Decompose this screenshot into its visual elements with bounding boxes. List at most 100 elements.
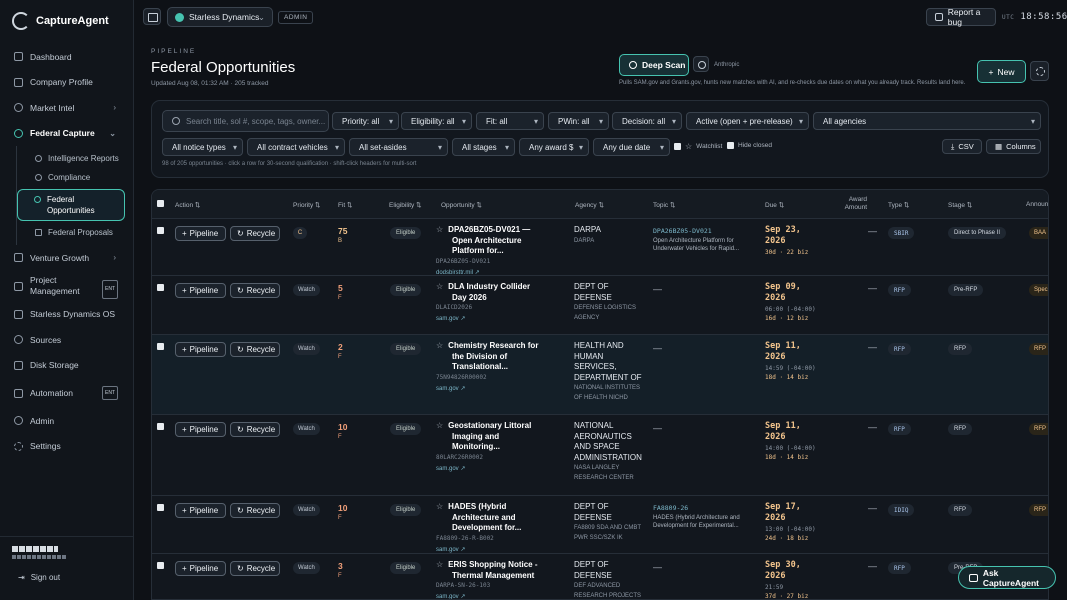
opportunity-cell[interactable]: ☆ DPA26BZ05-DV021 — Open Architecture Pla… <box>436 225 544 276</box>
opportunity-title[interactable]: ERIS Shopping Notice - Thermal Managemen… <box>448 560 537 580</box>
pipeline-button[interactable]: + Pipeline <box>175 561 226 576</box>
sidebar-subitem-federal-opportunities[interactable]: Federal Opportunities <box>17 189 125 221</box>
table-row[interactable]: + Pipeline ↻ Recycle Watch 2 F Eligible ☆ Chemist… <box>152 335 1048 415</box>
star-icon[interactable]: ☆ <box>436 282 443 291</box>
set-aside-filter[interactable]: All set-asides <box>349 138 448 156</box>
sidebar-item-automation[interactable]: Automation ENT <box>0 378 134 408</box>
decision-filter[interactable]: Decision: all <box>612 112 682 130</box>
table-row[interactable]: + Pipeline ↻ Recycle C 75 B Eligible ☆ DPA26BZ05-… <box>152 219 1048 276</box>
header-stage[interactable]: Stage ⇅ <box>948 201 972 209</box>
priority-filter[interactable]: Priority: all <box>332 112 399 130</box>
header-announcement[interactable]: Announ <box>1026 201 1048 208</box>
sidebar-item-company-profile[interactable]: Company Profile <box>0 70 134 96</box>
sidebar-item-federal-capture[interactable]: Federal Capture ⌄ <box>0 121 134 147</box>
search-input[interactable]: Search title, sol #, scope, tags, owner.… <box>162 110 329 132</box>
opportunity-title[interactable]: Chemistry Research for the Division of T… <box>448 341 538 371</box>
notice-type-filter[interactable]: All notice types <box>162 138 243 156</box>
fit-filter[interactable]: Fit: all <box>476 112 544 130</box>
status-filter[interactable]: Active (open + pre-release) <box>686 112 809 130</box>
sidebar-item-market-intel[interactable]: Market Intel › <box>0 95 134 121</box>
pipeline-button[interactable]: + Pipeline <box>175 226 226 241</box>
header-type[interactable]: Type ⇅ <box>888 201 909 209</box>
opportunity-title[interactable]: HADES (Hybrid Architecture and Developme… <box>448 502 521 532</box>
sidebar-item-disk-storage[interactable]: Disk Storage <box>0 353 134 379</box>
star-icon[interactable]: ☆ <box>436 560 443 569</box>
header-due[interactable]: Due ⇅ <box>765 201 784 209</box>
header-topic[interactable]: Topic ⇅ <box>653 201 675 209</box>
header-eligibility[interactable]: Eligibility ⇅ <box>389 201 422 209</box>
due-date-filter[interactable]: Any due date <box>593 138 670 156</box>
priority-badge[interactable]: Watch <box>293 562 320 574</box>
row-checkbox[interactable] <box>157 227 164 234</box>
source-link[interactable]: dodsbirsttr.mil ↗ <box>436 269 544 276</box>
report-bug-button[interactable]: Report a bug <box>926 7 996 27</box>
recycle-button[interactable]: ↻ Recycle <box>230 283 280 298</box>
row-checkbox[interactable] <box>157 423 164 430</box>
source-link[interactable]: sam.gov ↗ <box>436 465 544 472</box>
star-icon[interactable]: ☆ <box>436 502 443 511</box>
pwin-filter[interactable]: PWin: all <box>548 112 609 130</box>
recycle-button[interactable]: ↻ Recycle <box>230 422 280 437</box>
sidebar-subitem-federal-proposals[interactable]: Federal Proposals <box>17 223 134 242</box>
source-link[interactable]: sam.gov ↗ <box>436 593 544 599</box>
priority-badge[interactable]: Watch <box>293 343 320 355</box>
sidebar-subitem-intelligence-reports[interactable]: Intelligence Reports <box>17 149 134 168</box>
pipeline-button[interactable]: + Pipeline <box>175 342 226 357</box>
contract-vehicle-filter[interactable]: All contract vehicles <box>247 138 345 156</box>
new-opportunity-button[interactable]: + New <box>977 60 1026 83</box>
row-checkbox[interactable] <box>157 343 164 350</box>
select-all-checkbox[interactable] <box>157 200 164 207</box>
sidebar-item-project-management[interactable]: Project Management ENT <box>0 271 134 302</box>
sidebar-item-settings[interactable]: Settings <box>0 434 134 460</box>
toggle-sidebar-button[interactable] <box>143 8 161 25</box>
source-link[interactable]: sam.gov ↗ <box>436 546 544 553</box>
opportunity-cell[interactable]: ☆ Geostationary Littoral Imaging and Moni… <box>436 421 544 472</box>
source-link[interactable]: sam.gov ↗ <box>436 315 544 322</box>
award-filter[interactable]: Any award $ <box>519 138 589 156</box>
columns-button[interactable]: ▦ Columns <box>986 139 1041 154</box>
watchlist-checkbox[interactable]: ☆ Watchlist <box>674 142 722 151</box>
sidebar-item-dashboard[interactable]: Dashboard <box>0 44 134 70</box>
star-icon[interactable]: ☆ <box>436 421 443 430</box>
source-link[interactable]: sam.gov ↗ <box>436 385 544 392</box>
ask-captureagent-button[interactable]: Ask CaptureAgent <box>958 566 1056 589</box>
header-action[interactable]: Action ⇅ <box>175 201 200 209</box>
sidebar-item-admin[interactable]: Admin <box>0 408 134 434</box>
opportunity-title[interactable]: DLA Industry Collider Day 2026 <box>448 282 530 302</box>
star-icon[interactable]: ☆ <box>436 341 443 350</box>
pipeline-button[interactable]: + Pipeline <box>175 283 226 298</box>
priority-badge[interactable]: Watch <box>293 423 320 435</box>
priority-badge[interactable]: Watch <box>293 504 320 516</box>
header-award-amount[interactable]: Award Amount <box>840 196 867 212</box>
table-row[interactable]: + Pipeline ↻ Recycle Watch 10 F Eligible ☆ HADES … <box>152 496 1048 554</box>
recycle-button[interactable]: ↻ Recycle <box>230 561 280 576</box>
deep-scan-button[interactable]: Deep Scan <box>619 54 689 76</box>
hide-closed-checkbox[interactable]: Hide closed <box>727 142 772 149</box>
recycle-button[interactable]: ↻ Recycle <box>230 226 280 241</box>
opportunity-cell[interactable]: ☆ DLA Industry Collider Day 2026 DLAICD202… <box>436 282 544 322</box>
opportunity-cell[interactable]: ☆ HADES (Hybrid Architecture and Developm… <box>436 502 544 553</box>
opportunity-cell[interactable]: ☆ Chemistry Research for the Division of … <box>436 341 544 392</box>
sidebar-item-venture-growth[interactable]: Venture Growth › <box>0 245 134 271</box>
header-agency[interactable]: Agency ⇅ <box>575 201 604 209</box>
sidebar-item-starless-dynamics-os[interactable]: Starless Dynamics OS <box>0 302 134 328</box>
pipeline-button[interactable]: + Pipeline <box>175 422 226 437</box>
header-fit[interactable]: Fit ⇅ <box>338 201 352 209</box>
table-row[interactable]: + Pipeline ↻ Recycle Watch 5 F Eligible ☆ DLA Ind… <box>152 276 1048 335</box>
table-row[interactable]: + Pipeline ↻ Recycle Watch 3 F Eligible ☆ ERIS Sh… <box>152 554 1048 599</box>
row-checkbox[interactable] <box>157 562 164 569</box>
opportunity-cell[interactable]: ☆ ERIS Shopping Notice - Thermal Manageme… <box>436 560 544 599</box>
sidebar-subitem-compliance[interactable]: Compliance <box>17 168 134 187</box>
pipeline-button[interactable]: + Pipeline <box>175 503 226 518</box>
header-priority[interactable]: Priority ⇅ <box>293 201 320 209</box>
opportunity-title[interactable]: Geostationary Littoral Imaging and Monit… <box>448 421 531 451</box>
row-checkbox[interactable] <box>157 504 164 511</box>
table-row[interactable]: + Pipeline ↻ Recycle Watch 10 F Eligible ☆ Geosta… <box>152 415 1048 496</box>
stage-filter[interactable]: All stages <box>452 138 515 156</box>
page-settings-button[interactable] <box>1030 61 1049 81</box>
priority-badge[interactable]: C <box>293 227 307 239</box>
sidebar-item-sources[interactable]: Sources <box>0 327 134 353</box>
header-opportunity[interactable]: Opportunity ⇅ <box>441 201 482 209</box>
sign-out-button[interactable]: ⇥ Sign out <box>18 573 60 582</box>
recycle-button[interactable]: ↻ Recycle <box>230 342 280 357</box>
